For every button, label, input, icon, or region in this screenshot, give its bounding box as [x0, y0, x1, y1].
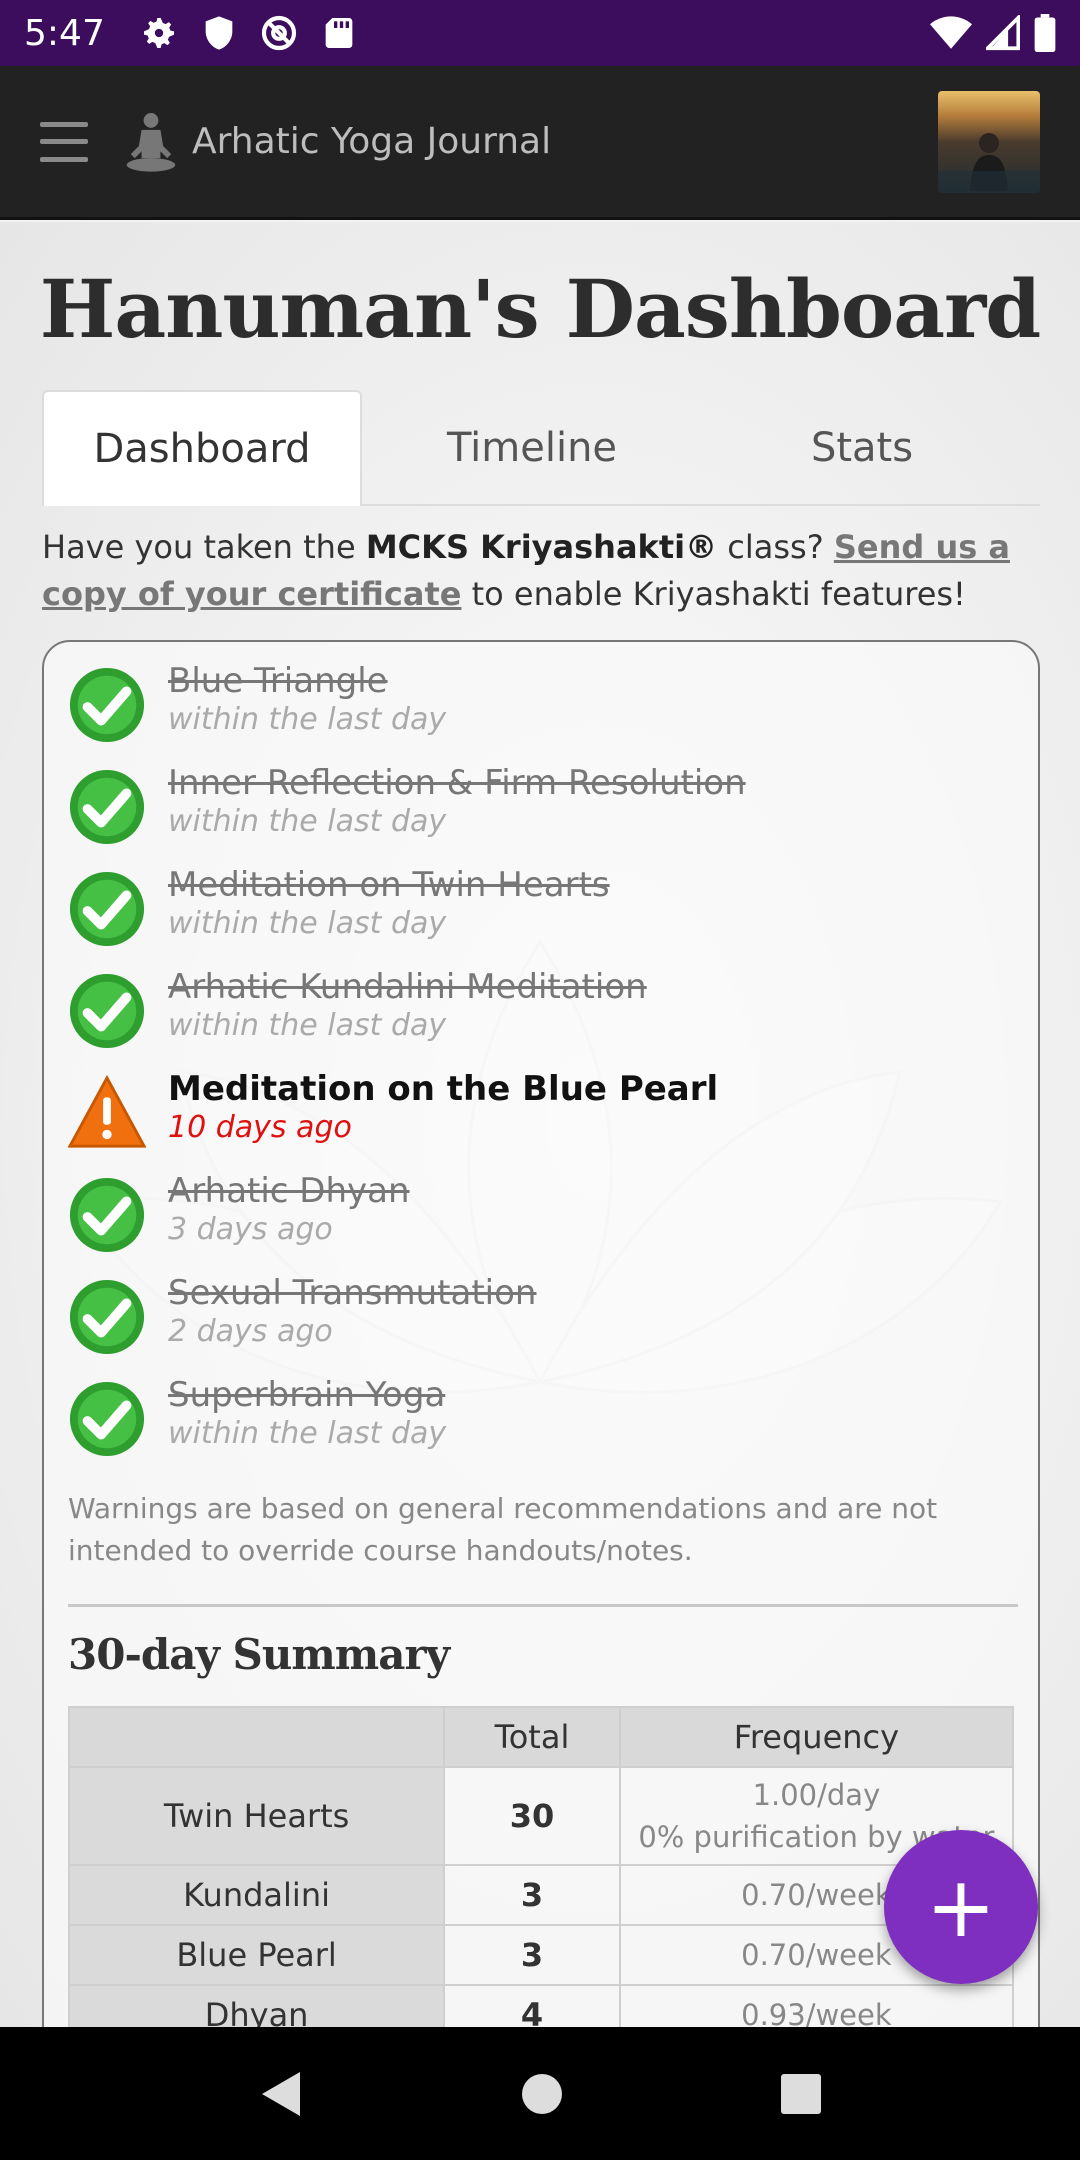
practice-name: Arhatic Dhyan [168, 1171, 410, 1211]
practice-last-done: 2 days ago [168, 1314, 333, 1349]
row-total: 30 [443, 1766, 621, 1866]
summary-table: Total Frequency Twin Hearts 30 1.00/day 0… [67, 1706, 1015, 2027]
practice-item[interactable]: Sexual Transmutation 2 days ago [68, 1272, 1008, 1374]
practice-last-done: within the last day [168, 702, 447, 737]
frequency-value: 1.00/day [752, 1778, 881, 1812]
recents-icon[interactable] [780, 2073, 822, 2115]
practice-name: Arhatic Kundalini Meditation [168, 967, 647, 1007]
warning-triangle-icon [68, 1074, 146, 1148]
check-circle-icon [69, 871, 145, 947]
at-sign-icon [261, 15, 296, 51]
hamburger-menu-icon[interactable] [40, 121, 88, 162]
home-icon[interactable] [520, 2072, 564, 2116]
status-bar: 5:47 [0, 0, 1080, 66]
summary-title: 30-day Summary [68, 1630, 450, 1679]
notice-course-name: MCKS Kriyashakti® [365, 528, 718, 566]
practice-last-done: within the last day [168, 1416, 447, 1451]
gear-icon [143, 18, 174, 48]
status-time: 5:47 [24, 12, 105, 54]
row-total: 4 [443, 1984, 621, 2027]
notice-suffix: to enable Kriyashakti features! [461, 575, 966, 613]
section-divider [68, 1604, 1018, 1607]
practice-list: Blue Triangle within the last day Inner R… [68, 660, 1008, 1476]
practice-item[interactable]: Meditation on Twin Hearts within the last… [68, 864, 1008, 966]
check-circle-icon [69, 1381, 145, 1457]
summary-header-blank [67, 1706, 446, 1768]
row-label: Blue Pearl [67, 1924, 446, 1986]
tab-stats[interactable]: Stats [702, 390, 1022, 506]
practice-item[interactable]: Arhatic Dhyan 3 days ago [68, 1170, 1008, 1272]
practice-last-done: within the last day [168, 804, 447, 839]
wifi-icon [930, 16, 972, 49]
back-icon[interactable] [258, 2069, 304, 2119]
avatar[interactable] [938, 90, 1040, 193]
practice-item[interactable]: Inner Reflection & Firm Resolution within… [68, 762, 1008, 864]
check-circle-icon [69, 1177, 145, 1253]
practice-name: Meditation on the Blue Pearl [168, 1069, 719, 1109]
practice-last-done: 3 days ago [168, 1212, 333, 1247]
table-row: Blue Pearl 3 0.70/week [67, 1924, 1015, 1986]
notice-middle: class? [717, 528, 834, 566]
practice-item[interactable]: Blue Triangle within the last day [68, 660, 1008, 762]
table-row: Dhyan 4 0.93/week [67, 1984, 1015, 2027]
practices-card: Blue Triangle within the last day Inner R… [42, 640, 1040, 2027]
practice-name: Blue Triangle [168, 661, 388, 701]
practice-item[interactable]: Arhatic Kundalini Meditation within the l… [68, 966, 1008, 1068]
table-row: Kundalini 3 0.70/week [67, 1864, 1015, 1926]
app-title: Arhatic Yoga Journal [192, 121, 552, 162]
check-circle-icon [69, 667, 145, 743]
practice-name: Superbrain Yoga [168, 1375, 446, 1415]
battery-icon [1034, 14, 1056, 52]
practice-name: Sexual Transmutation [168, 1273, 537, 1313]
sd-card-icon [325, 18, 353, 48]
row-frequency: 0.93/week [618, 1984, 1015, 2027]
row-label: Kundalini [67, 1864, 446, 1926]
check-circle-icon [69, 769, 145, 845]
practice-name: Inner Reflection & Firm Resolution [168, 763, 746, 803]
table-row: Twin Hearts 30 1.00/day 0% purification b… [67, 1766, 1015, 1866]
practice-name: Meditation on Twin Hearts [168, 865, 610, 905]
practice-last-done: within the last day [168, 906, 447, 941]
row-label: Twin Hearts [67, 1766, 446, 1866]
dashboard-content[interactable]: Hanuman's Dashboard Dashboard Timeline S… [0, 222, 1080, 2027]
practice-item-overdue[interactable]: Meditation on the Blue Pearl 10 days ago [68, 1068, 1008, 1170]
check-circle-icon [69, 973, 145, 1049]
system-nav-bar [0, 2027, 1080, 2160]
tab-dashboard[interactable]: Dashboard [42, 390, 362, 506]
tab-timeline[interactable]: Timeline [372, 390, 692, 506]
page-title: Hanuman's Dashboard [39, 262, 1041, 356]
summary-header-total: Total [443, 1706, 621, 1768]
row-total: 3 [443, 1864, 621, 1926]
shield-icon [205, 16, 233, 50]
check-circle-icon [69, 1279, 145, 1355]
row-total: 3 [443, 1924, 621, 1986]
notice-prefix: Have you taken the [42, 528, 366, 566]
app-bar: Arhatic Yoga Journal [0, 66, 1080, 220]
tab-bar: Dashboard Timeline Stats [42, 390, 1040, 506]
row-label: Dhyan [67, 1984, 446, 2027]
signal-icon [986, 15, 1020, 51]
kriyashakti-notice: Have you taken the MCKS Kriyashakti® cla… [42, 524, 1042, 618]
plus-icon: + [925, 1858, 997, 1956]
practice-last-done: within the last day [168, 1008, 447, 1043]
meditation-figure-icon [126, 112, 176, 172]
summary-header-frequency: Frequency [618, 1706, 1015, 1768]
warnings-disclaimer: Warnings are based on general recommenda… [68, 1492, 938, 1567]
add-entry-button[interactable]: + [884, 1830, 1038, 1984]
practice-item[interactable]: Superbrain Yoga within the last day [68, 1374, 1008, 1476]
practice-last-done: 10 days ago [168, 1110, 352, 1145]
